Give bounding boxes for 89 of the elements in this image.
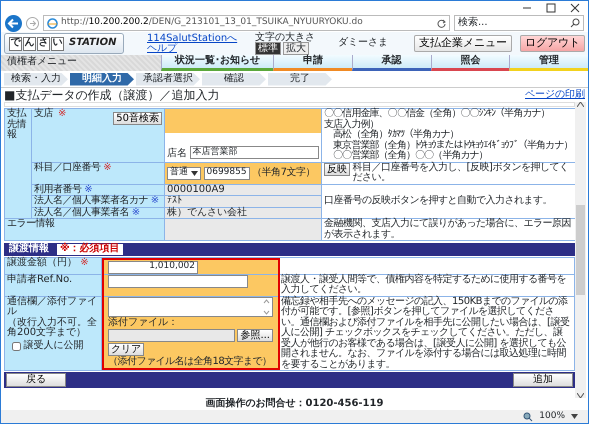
step-indicator: 確認 (202, 73, 266, 86)
field-value: ﾃｽﾄ (165, 196, 321, 207)
field-label: 店名 (167, 148, 187, 160)
menu-title: 債権者メニュー (6, 55, 78, 69)
account-type-select[interactable]: 普通 (167, 166, 201, 180)
required-mark: ※ (80, 256, 89, 268)
caret-icon[interactable] (571, 414, 578, 419)
address-bar[interactable]: http://10.200.200.2/DEN/G_213101_13_01_TSUIKA_NYUURYOKU.do (43, 15, 450, 31)
help-text: 東京営業部（全角）ﾄｳｷｮｳまたはﾄｳｷｮｳｴｲｷﾞｮｳﾌﾞ（半角カナ） (332, 140, 573, 151)
field-hint: （改行入力不可。全角200文字まで） (7, 318, 98, 339)
page-title: ■支払データの作成（譲渡）／追加入力 (4, 88, 220, 102)
field-value: 株）でんさい会社 (165, 208, 321, 218)
help-text: 備忘録や相手先へのメッセージの記入、150KBまでのファイルの添付が可能です。[参照]ボタンを押してファイルを選択してください。通信欄および添付ファイルを相手先に公開したい場合は、[譲受人に公開] チェックボックスをチェックしてください。ただし、譲受人が他行のお客様である場合は、[譲受人に公開] を選択しても公開されません。なお、ファイルを添付する場合には取込処理に時間を要することがあります。 (279, 296, 574, 370)
required-mark: ※ (58, 109, 66, 120)
input-hint: （半角7文字） (252, 168, 315, 178)
caret-icon (191, 170, 198, 176)
field-label: 法人名／個人事業者名 (34, 206, 129, 218)
field-label: 譲渡金額（円） (7, 256, 77, 268)
font-size-toggle[interactable]: 標準 (255, 42, 282, 54)
scroll-up-icon (577, 102, 584, 108)
zoom-icon (523, 412, 534, 422)
step-indicator: 承認者選択 (136, 73, 200, 86)
nav-tab[interactable]: 承認 (352, 55, 430, 71)
field-label: 支店 (34, 109, 53, 120)
font-size-toggle[interactable]: 拡大 (283, 42, 310, 54)
user-name: ダミーさま (338, 37, 388, 48)
help-text: 譲渡人・譲受人間等で、債権内容を特定するために使用する番号を入力してください。 (279, 274, 574, 296)
header-link[interactable]: ヘルプ (147, 44, 238, 54)
section-title: 譲渡情報 (9, 244, 49, 255)
header-link[interactable]: 114SalutStationへ (147, 34, 238, 44)
help-text: 金融機関、支店入力にて誤りがあった場合に、エラー原因が表示されます。 (322, 219, 575, 240)
apply-button[interactable]: 反映 (324, 162, 350, 176)
contact-text: 画面操作のお問合せ：0120-456-119 (204, 398, 384, 410)
add-button[interactable]: 追加 (513, 373, 573, 388)
logout-button[interactable]: ログアウト (520, 35, 585, 52)
field-label: 添付ファイル： (108, 318, 179, 328)
browser-page-icon (47, 18, 58, 28)
back-button[interactable]: 戻る (6, 373, 66, 388)
checkbox-label[interactable]: 譲受人に公開 (24, 341, 84, 352)
close-icon[interactable] (570, 2, 580, 12)
help-text: 〇〇信用金庫、〇〇信金（全角）〇〇ｼﾝｷﾝ（半角カナ） (324, 109, 551, 120)
field-label: 申請者Ref.No. (7, 274, 72, 285)
help-text: 口座番号の反映ボタンを押すと自動で入力されます。 (324, 196, 552, 207)
field-label: 法人名／個人事業者名カナ (34, 195, 148, 206)
logo[interactable]: で ん さ い STATION (4, 33, 124, 54)
branch-name-field[interactable]: 本店営業部 (190, 146, 319, 160)
help-text: 〇〇営業部（全角）〇〇（半角カナ） (332, 151, 489, 162)
search-field[interactable]: 検索... (454, 15, 584, 31)
browse-button[interactable]: 参照... (237, 329, 273, 342)
field-label: 科目／口座番号 (34, 162, 100, 173)
message-textarea[interactable] (108, 296, 273, 317)
account-number-field[interactable]: 0699855 (204, 166, 250, 180)
clear-button[interactable]: クリア (108, 343, 144, 356)
required-mark: ※ (84, 184, 92, 195)
nav-tab[interactable]: 管理 (509, 55, 588, 71)
step-indicator: 検索・入力 (4, 73, 68, 86)
maximize-icon[interactable] (546, 2, 556, 12)
section-label: 支払先情報 (7, 108, 26, 140)
field-label: 利用者番号 (34, 184, 82, 195)
help-text: 科目／口座番号を入力し、[反映]ボタンを押してください。 (352, 162, 570, 184)
nav-tab[interactable]: 照会 (430, 55, 510, 71)
nav-tab[interactable]: 状況一覧･お知らせ (161, 55, 273, 71)
checkbox[interactable] (12, 342, 21, 351)
required-mark: ※ (150, 195, 159, 206)
required-note: ※：必須項目 (57, 244, 123, 255)
help-text: 支店入力例） (324, 120, 380, 130)
step-indicator: 明細入力 (70, 73, 134, 86)
refresh-icon (437, 18, 446, 28)
print-link[interactable]: ページの印刷 (525, 90, 585, 100)
file-path-field[interactable] (108, 329, 235, 342)
font-size-label: 文字の大きさ (255, 33, 316, 43)
scrollbar[interactable] (575, 102, 586, 398)
zoom-level[interactable]: 100% (539, 412, 565, 422)
search-icon (570, 18, 580, 28)
scroll-arrows-icon (263, 298, 270, 316)
scroll-down-icon (577, 392, 584, 398)
ref-number-field[interactable] (108, 274, 248, 288)
step-indicator: 完了 (268, 73, 332, 86)
menu-button[interactable]: 支払企業メニュー (414, 35, 512, 52)
required-mark: ※ (103, 162, 112, 173)
search-button[interactable]: 50音検索 (113, 112, 162, 125)
nav-tab[interactable]: 申請 (273, 55, 352, 71)
input-hint: （添付ファイル名は全角18文字まで） (108, 357, 273, 368)
amount-field[interactable]: 1,010,002 (108, 260, 198, 274)
field-label: エラー情報 (7, 218, 54, 230)
field-label: 通信欄／添付ファイル (7, 296, 98, 318)
help-text: 高松（全角）ﾀｶﾏﾂ（半角カナ） (332, 130, 460, 140)
field-value: 0000100A9 (165, 184, 321, 196)
required-mark: ※ (132, 206, 140, 218)
